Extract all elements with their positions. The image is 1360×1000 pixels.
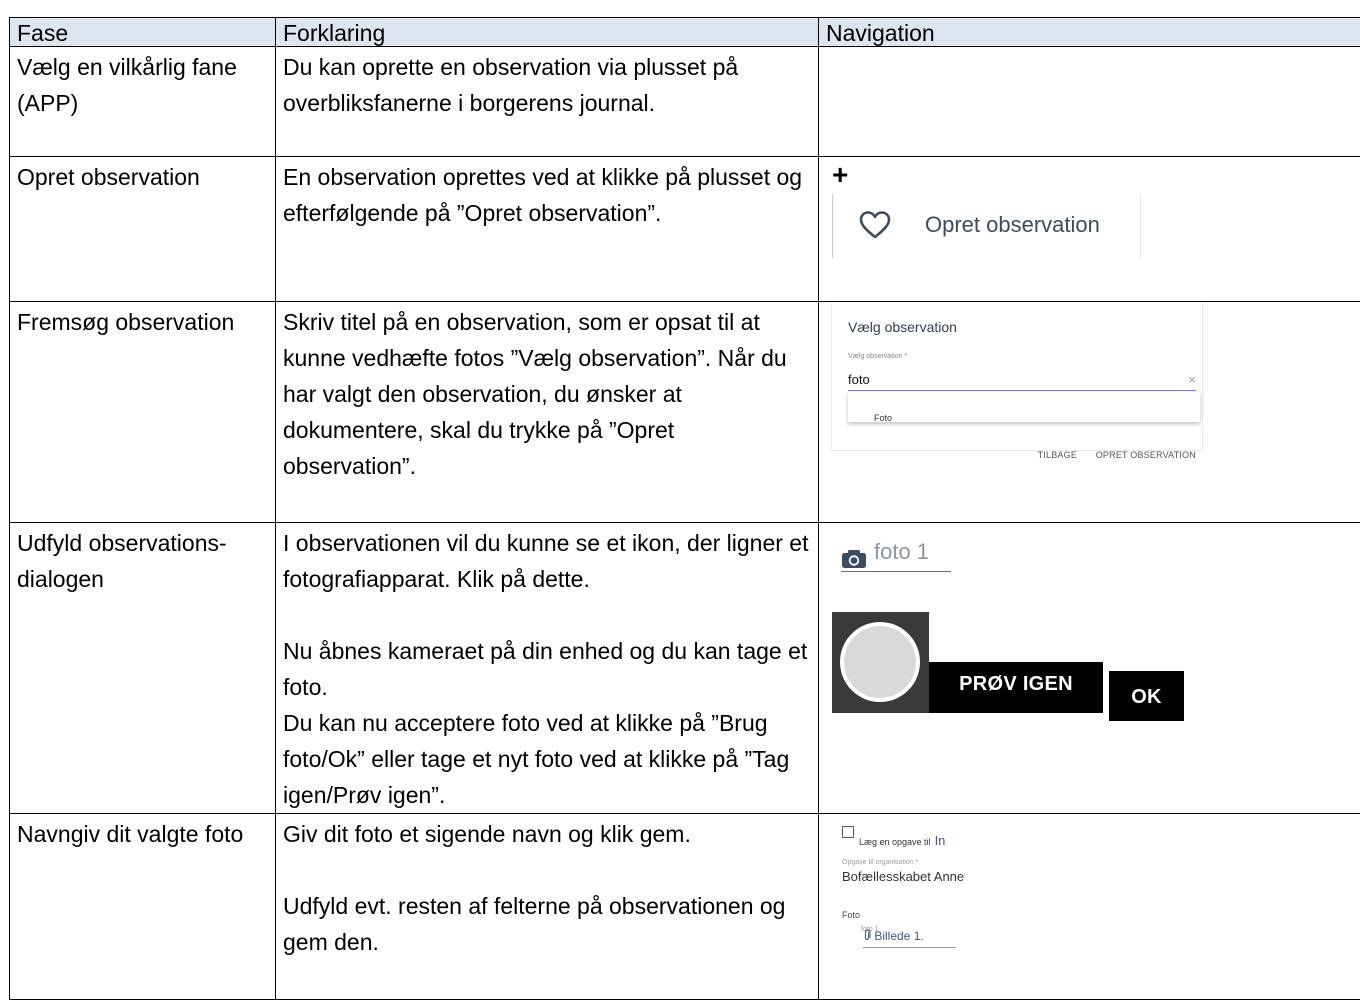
plus-icon[interactable]: + (832, 157, 848, 193)
navigation-cell: Vælg observation Vælg observation * foto… (819, 302, 1360, 523)
attachment-name: Billede 1. (874, 929, 923, 943)
table-row: Fremsøg observation Skriv titel på en ob… (10, 302, 1360, 523)
heart-icon (859, 210, 891, 250)
dialog-title: Vælg observation (848, 318, 957, 336)
vaelg-observation-dialog: Vælg observation Vælg observation * foto… (832, 302, 1202, 450)
checkbox[interactable] (842, 826, 854, 838)
fase-cell: Vælg en vilkårlig fane (APP) (10, 47, 276, 157)
clear-icon[interactable]: × (1188, 370, 1196, 390)
fase-cell: Fremsøg observation (10, 302, 276, 523)
table-row: Opret observation En observation oprette… (10, 157, 1360, 302)
opret-observation-button[interactable]: Opret observation (832, 194, 1141, 258)
forklaring-paragraph: Nu åbnes kameraet på din enhed og du kan… (283, 633, 811, 705)
foto-section-label: Foto (842, 897, 860, 933)
header-fase: Fase (10, 18, 276, 47)
camera-icon[interactable] (841, 543, 867, 579)
foto-field[interactable]: foto 1 (841, 537, 951, 572)
search-input-value: foto (848, 372, 870, 387)
forklaring-paragraph: I observationen vil du kunne se et ikon,… (283, 525, 811, 597)
search-option-label: Foto (874, 400, 892, 436)
table-row: Vælg en vilkårlig fane (APP) Du kan opre… (10, 47, 1360, 157)
navigation-cell: Læg en opgave tilIn Opgave til organisat… (819, 814, 1360, 1000)
shutter-button[interactable] (840, 622, 920, 702)
foto-label: foto 1 (874, 537, 929, 567)
camera-preview (832, 612, 929, 713)
forklaring-paragraph: Du kan nu acceptere foto ved at klikke p… (283, 705, 811, 813)
forklaring-cell: Giv dit foto et sigende navn og klik gem… (276, 814, 819, 1000)
forklaring-cell: En observation oprettes ved at klikke på… (276, 157, 819, 302)
field-label: Vælg observation * (848, 352, 907, 361)
forklaring-cell: Du kan oprette en observation via plusse… (276, 47, 819, 157)
forklaring-paragraph: Udfyld evt. resten af felterne på observ… (283, 888, 811, 960)
forklaring-paragraph: Giv dit foto et sigende navn og klik gem… (283, 816, 811, 852)
guide-table: Fase Forklaring Navigation Vælg en vilkå… (9, 17, 1360, 1000)
ok-button[interactable]: OK (1109, 671, 1184, 721)
navigation-cell: foto 1 PRØV IGEN OK (819, 523, 1360, 814)
foto-form-snippet: Læg en opgave tilIn Opgave til organisat… (832, 814, 964, 974)
opret-observation-label: Opret observation (925, 210, 1100, 240)
fase-cell: Navngiv dit valgte foto (10, 814, 276, 1000)
fase-cell: Udfyld observations-dialogen (10, 523, 276, 814)
attachment-field[interactable]: Billede 1. (863, 925, 956, 948)
opret-observation-submit-button[interactable]: OPRET OBSERVATION (1096, 450, 1196, 460)
paperclip-icon (863, 929, 874, 943)
search-option[interactable]: Foto (848, 392, 1200, 422)
forklaring-cell: Skriv titel på en observation, som er op… (276, 302, 819, 523)
proev-igen-button[interactable]: PRØV IGEN (929, 662, 1103, 713)
header-navigation: Navigation (819, 18, 1360, 47)
tilbage-button[interactable]: TILBAGE (1038, 450, 1077, 460)
navigation-cell: + Opret observation (819, 157, 1360, 302)
org-field-value[interactable]: Bofællesskabet Anne (842, 859, 964, 895)
navigation-cell (819, 47, 1360, 157)
fase-cell: Opret observation (10, 157, 276, 302)
table-row: Navngiv dit valgte foto Giv dit foto et … (10, 814, 1360, 1000)
checkbox-label-suffix: In (935, 833, 946, 848)
observation-search-input[interactable]: foto × (848, 370, 1196, 391)
forklaring-cell: I observationen vil du kunne se et ikon,… (276, 523, 819, 814)
header-row: Fase Forklaring Navigation (10, 18, 1360, 47)
header-forklaring: Forklaring (276, 18, 819, 47)
dialog-buttons: TILBAGE OPRET OBSERVATION (1022, 437, 1196, 473)
table-row: Udfyld observations-dialogen I observati… (10, 523, 1360, 814)
